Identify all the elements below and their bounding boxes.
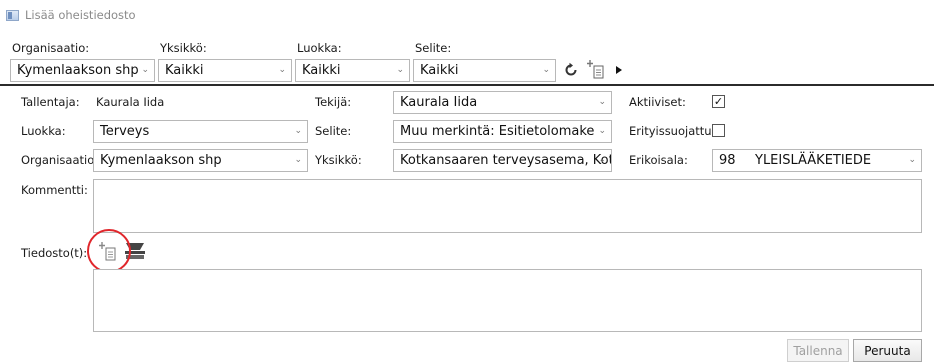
chevron-down-icon: ⌄ [598, 126, 606, 136]
erikoisala-code: 98 [719, 153, 736, 168]
tallentaja-label: Tallentaja: [21, 95, 80, 109]
kommentti-label: Kommentti: [21, 183, 88, 197]
peruuta-button[interactable]: Peruuta [853, 339, 922, 362]
chevron-down-icon: ⌄ [542, 65, 550, 75]
filter-organisaatio-label: Organisaatio: [12, 41, 90, 55]
erityissuojattu-label: Erityissuojattu: [629, 124, 716, 138]
aktiiviset-checkbox[interactable]: ✓ [712, 95, 725, 108]
play-arrow-button[interactable] [613, 63, 625, 77]
selite-value: Muu merkintä: Esitietolomake [400, 124, 595, 139]
filter-yksikko-label: Yksikkö: [160, 41, 207, 55]
yksikko-label: Yksikkö: [315, 153, 362, 167]
filter-selite-select[interactable]: Kaikki ⌄ [413, 59, 556, 82]
refresh-button[interactable] [561, 59, 581, 81]
attach-file-icon [587, 60, 604, 79]
tallenna-button[interactable]: Tallenna [787, 339, 849, 362]
chevron-down-icon: ⌄ [396, 65, 404, 75]
kommentti-textarea[interactable] [93, 179, 922, 233]
highlight-circle [87, 229, 131, 273]
yksikko-select[interactable]: Kotkansaaren terveysasema, Kotka ⌄ [393, 149, 612, 172]
filter-yksikko-select[interactable]: Kaikki ⌄ [158, 59, 292, 82]
erikoisala-label: Erikoisala: [629, 153, 688, 167]
selite-label: Selite: [315, 124, 352, 138]
window-title: Lisää oheistiedosto [25, 8, 136, 22]
filter-selite-label: Selite: [415, 41, 452, 55]
yksikko-value: Kotkansaaren terveysasema, Kotka [400, 153, 612, 168]
filter-selite-value: Kaikki [420, 63, 459, 78]
aktiiviset-label: Aktiiviset: [629, 95, 686, 109]
filter-yksikko-value: Kaikki [165, 63, 204, 78]
tekija-value: Kaurala Iida [400, 95, 478, 110]
selite-select[interactable]: Muu merkintä: Esitietolomake ⌄ [393, 120, 612, 143]
refresh-icon [565, 62, 577, 76]
header-separator [0, 84, 934, 86]
chevron-down-icon: ⌄ [141, 65, 149, 75]
checkmark-icon: ✓ [713, 95, 724, 108]
luokka-select[interactable]: Terveys ⌄ [93, 120, 308, 143]
luokka-label: Luokka: [21, 124, 66, 138]
chevron-down-icon: ⌄ [598, 97, 606, 107]
filter-luokka-label: Luokka: [297, 41, 342, 55]
organisaatio-value: Kymenlaakson shp [100, 153, 222, 168]
filter-organisaatio-value: Kymenlaakson shp [17, 63, 139, 78]
erikoisala-select[interactable]: 98 YLEISLÄÄKETIEDE ⌄ [712, 149, 922, 172]
luokka-value: Terveys [100, 124, 150, 139]
filter-organisaatio-select[interactable]: Kymenlaakson shp ⌄ [10, 59, 155, 82]
chevron-down-icon: ⌄ [598, 155, 606, 165]
chevron-down-icon: ⌄ [908, 155, 916, 165]
play-arrow-icon [616, 66, 622, 74]
organisaatio-label: Organisaatio: [21, 153, 99, 167]
organisaatio-select[interactable]: Kymenlaakson shp ⌄ [93, 149, 308, 172]
chevron-down-icon: ⌄ [294, 155, 302, 165]
tekija-select[interactable]: Kaurala Iida ⌄ [393, 91, 612, 114]
window-title-bar: Lisää oheistiedosto [6, 7, 136, 23]
erityissuojattu-checkbox[interactable] [712, 124, 725, 137]
tekija-label: Tekijä: [315, 95, 352, 109]
erikoisala-value: YLEISLÄÄKETIEDE [755, 153, 872, 168]
chevron-down-icon: ⌄ [278, 65, 286, 75]
file-list-area[interactable] [93, 269, 922, 332]
chevron-down-icon: ⌄ [294, 126, 302, 136]
tiedostot-label: Tiedosto(t): [21, 246, 88, 260]
filter-luokka-value: Kaikki [302, 63, 341, 78]
tallentaja-value: Kaurala Iida [96, 95, 165, 109]
window-icon [6, 9, 19, 21]
attach-file-button[interactable] [585, 56, 607, 82]
filter-luokka-select[interactable]: Kaikki ⌄ [295, 59, 410, 82]
